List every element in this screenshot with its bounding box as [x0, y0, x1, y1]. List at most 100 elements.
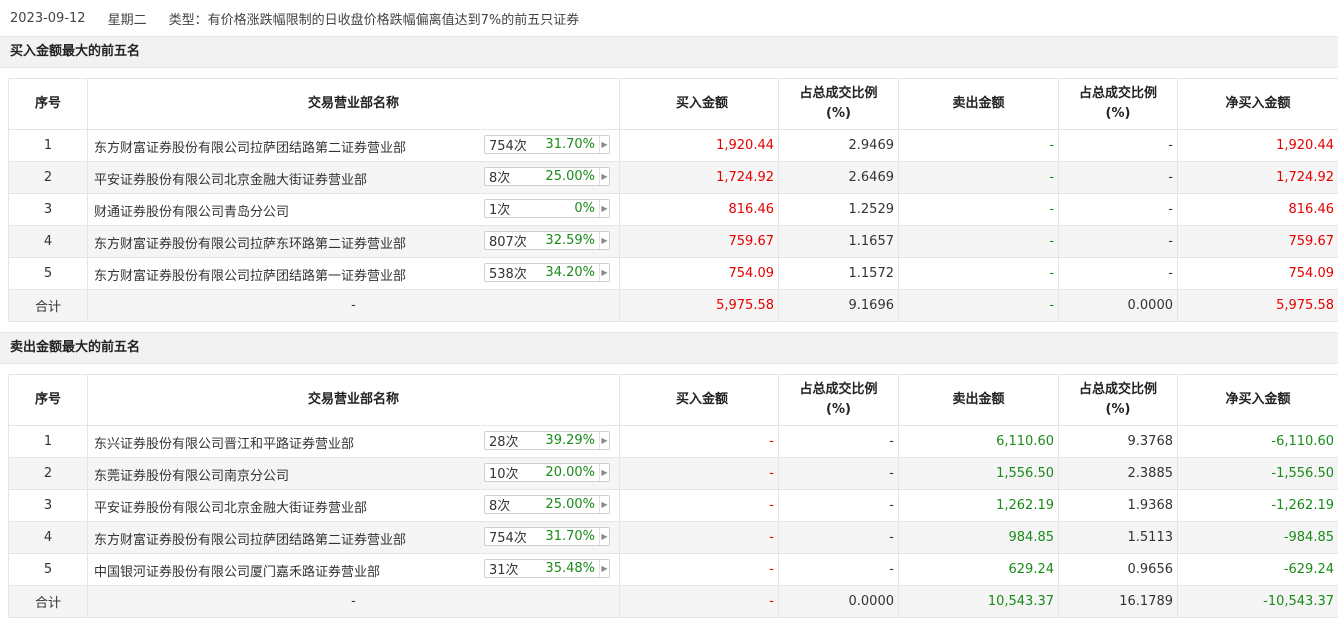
total-buy-ratio: 0.0000 — [778, 585, 899, 618]
col-dept-header: 交易营业部名称 — [87, 374, 620, 426]
net-amount: 816.46 — [1177, 193, 1338, 226]
sell-ratio: 1.5113 — [1058, 521, 1178, 554]
dept-cell: 东莞证券股份有限公司南京分公司 10次 20.00% ▶ — [87, 457, 620, 490]
caret-right-icon: ▶ — [599, 464, 609, 481]
trade-count-dropdown[interactable]: 8次 25.00% ▶ — [484, 495, 610, 514]
dept-cell: 东方财富证券股份有限公司拉萨团结路第一证券营业部 538次 34.20% ▶ — [87, 257, 620, 290]
sell-amount: - — [898, 161, 1059, 194]
col-buy-header: 买入金额 — [619, 78, 779, 130]
table-row: 3 平安证券股份有限公司北京金融大街证券营业部 8次 25.00% ▶ - -1,262.1… — [8, 489, 1338, 522]
header-bar: 2023-09-12 星期二 类型：有价格涨跌幅限制的日收盘价格跌幅偏离值达到7… — [0, 0, 1338, 36]
win-rate: 25.00% — [545, 497, 595, 512]
dept-cell: 财通证券股份有限公司青岛分公司 1次 0% ▶ — [87, 193, 620, 226]
total-sell: - — [898, 289, 1059, 322]
trade-count: 10次 — [489, 467, 519, 482]
total-net: -10,543.37 — [1177, 585, 1338, 618]
trade-count-dropdown[interactable]: 754次 31.70% ▶ — [484, 527, 610, 546]
buy-table-body: 1 东方财富证券股份有限公司拉萨团结路第二证券营业部 754次 31.70% ▶ 1,92… — [8, 129, 1338, 322]
table-row: 4 东方财富证券股份有限公司拉萨东环路第二证券营业部 807次 32.59% ▶ 759.… — [8, 225, 1338, 258]
sell-ratio: - — [1058, 193, 1178, 226]
col-buy-header: 买入金额 — [619, 374, 779, 426]
dept-name: 东莞证券股份有限公司南京分公司 — [94, 469, 290, 484]
row-no: 1 — [8, 425, 88, 458]
trade-count-dropdown[interactable]: 754次 31.70% ▶ — [484, 135, 610, 154]
col-no-header: 序号 — [8, 78, 88, 130]
trade-count: 754次 — [489, 139, 527, 154]
table-row: 4 东方财富证券股份有限公司拉萨团结路第二证券营业部 754次 31.70% ▶ - -98… — [8, 521, 1338, 554]
total-name: - — [87, 289, 620, 322]
net-amount: 759.67 — [1177, 225, 1338, 258]
buy-ratio: 1.2529 — [778, 193, 899, 226]
win-rate: 20.00% — [545, 465, 595, 480]
sell-ratio: - — [1058, 257, 1178, 290]
dept-cell: 东方财富证券股份有限公司拉萨团结路第二证券营业部 754次 31.70% ▶ — [87, 521, 620, 554]
net-amount: -629.24 — [1177, 553, 1338, 586]
sell-amount: 6,110.60 — [898, 425, 1059, 458]
row-no: 3 — [8, 193, 88, 226]
caret-right-icon: ▶ — [599, 168, 609, 185]
trade-count-dropdown[interactable]: 1次 0% ▶ — [484, 199, 610, 218]
net-amount: 1,724.92 — [1177, 161, 1338, 194]
sell-amount: 1,556.50 — [898, 457, 1059, 490]
sell-amount: 629.24 — [898, 553, 1059, 586]
trade-count: 754次 — [489, 531, 527, 546]
trade-count-dropdown[interactable]: 31次 35.48% ▶ — [484, 559, 610, 578]
buy-ratio: 1.1572 — [778, 257, 899, 290]
total-sell-ratio: 16.1789 — [1058, 585, 1178, 618]
dept-name: 财通证券股份有限公司青岛分公司 — [94, 205, 290, 220]
dept-name: 东方财富证券股份有限公司拉萨东环路第二证券营业部 — [94, 237, 407, 252]
row-no: 5 — [8, 553, 88, 586]
trade-count-dropdown[interactable]: 807次 32.59% ▶ — [484, 231, 610, 250]
row-no: 5 — [8, 257, 88, 290]
col-sell-header: 卖出金额 — [898, 78, 1059, 130]
sell-ratio: - — [1058, 161, 1178, 194]
col-sell-header: 卖出金额 — [898, 374, 1059, 426]
dept-name: 东方财富证券股份有限公司拉萨团结路第二证券营业部 — [94, 533, 407, 548]
col-no-header: 序号 — [8, 374, 88, 426]
table-row: 3 财通证券股份有限公司青岛分公司 1次 0% ▶ 816.46 1.2529- -816.4… — [8, 193, 1338, 226]
table-row: 2 东莞证券股份有限公司南京分公司 10次 20.00% ▶ - -1,556.50 2.38… — [8, 457, 1338, 490]
trade-count: 28次 — [489, 435, 519, 450]
buy-ratio: 2.6469 — [778, 161, 899, 194]
buy-section-title: 买入金额最大的前五名 — [0, 36, 1338, 68]
buy-amount: 1,920.44 — [619, 129, 779, 162]
buy-ratio: - — [778, 489, 899, 522]
type-text: 类型：有价格涨跌幅限制的日收盘价格跌幅偏离值达到7%的前五只证券 — [168, 12, 580, 28]
row-no: 2 — [8, 457, 88, 490]
buy-amount: 754.09 — [619, 257, 779, 290]
sell-ratio: - — [1058, 225, 1178, 258]
trade-count: 31次 — [489, 563, 519, 578]
total-buy: - — [619, 585, 779, 618]
trade-count-dropdown[interactable]: 28次 39.29% ▶ — [484, 431, 610, 450]
row-no: 4 — [8, 225, 88, 258]
col-buy-ratio-label: 占总成交比例 (%) — [799, 86, 878, 121]
total-row: 合计 -5,975.58 9.1696-0.0000 5,975.58 — [8, 289, 1338, 322]
col-dept-header: 交易营业部名称 — [87, 78, 620, 130]
buy-table-header: 序号 交易营业部名称 买入金额 占总成交比例 (%) 卖出金额 占总成交比例 (… — [8, 78, 1338, 130]
sell-ratio: - — [1058, 129, 1178, 162]
net-amount: -1,556.50 — [1177, 457, 1338, 490]
buy-ratio: 1.1657 — [778, 225, 899, 258]
row-no: 2 — [8, 161, 88, 194]
caret-right-icon: ▶ — [599, 232, 609, 249]
trade-count-dropdown[interactable]: 8次 25.00% ▶ — [484, 167, 610, 186]
win-rate: 25.00% — [545, 169, 595, 184]
row-no: 4 — [8, 521, 88, 554]
trade-count-dropdown[interactable]: 10次 20.00% ▶ — [484, 463, 610, 482]
col-sell-ratio-header: 占总成交比例 (%) — [1058, 78, 1178, 130]
caret-right-icon: ▶ — [599, 560, 609, 577]
table-row: 2 平安证券股份有限公司北京金融大街证券营业部 8次 25.00% ▶ 1,724.92 2… — [8, 161, 1338, 194]
dept-name: 中国银河证券股份有限公司厦门嘉禾路证券营业部 — [94, 565, 381, 580]
total-label: 合计 — [8, 585, 88, 618]
caret-right-icon: ▶ — [599, 496, 609, 513]
sell-ratio: 1.9368 — [1058, 489, 1178, 522]
win-rate: 32.59% — [545, 233, 595, 248]
buy-table: 序号 交易营业部名称 买入金额 占总成交比例 (%) 卖出金额 占总成交比例 (… — [8, 78, 1338, 322]
sell-ratio: 9.3768 — [1058, 425, 1178, 458]
buy-amount: 759.67 — [619, 225, 779, 258]
trade-count-dropdown[interactable]: 538次 34.20% ▶ — [484, 263, 610, 282]
col-net-header: 净买入金额 — [1177, 374, 1338, 426]
dept-cell: 东兴证券股份有限公司晋江和平路证券营业部 28次 39.29% ▶ — [87, 425, 620, 458]
dept-cell: 东方财富证券股份有限公司拉萨团结路第二证券营业部 754次 31.70% ▶ — [87, 129, 620, 162]
win-rate: 31.70% — [545, 529, 595, 544]
